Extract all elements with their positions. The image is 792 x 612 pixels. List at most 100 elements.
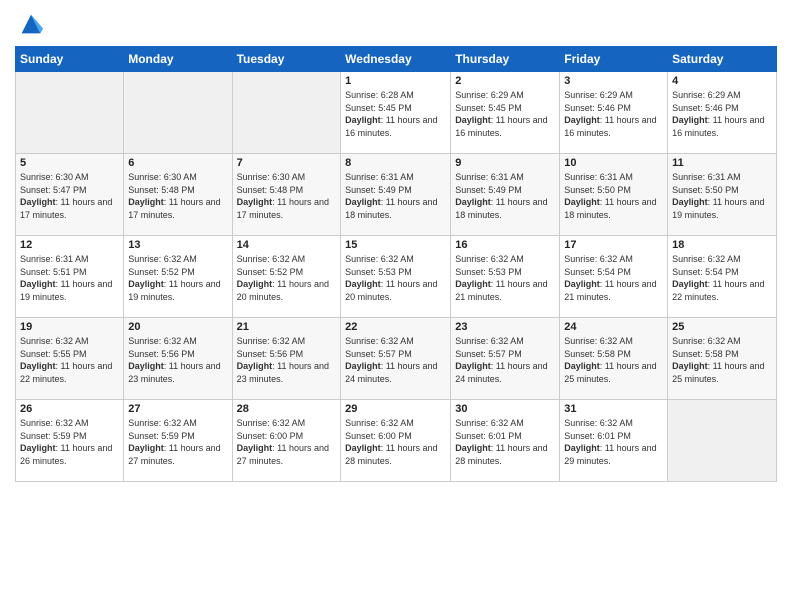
day-info: Sunrise: 6:31 AMSunset: 5:50 PMDaylight:… [672,171,772,221]
calendar-cell [232,72,341,154]
day-info: Sunrise: 6:32 AMSunset: 5:53 PMDaylight:… [455,253,555,303]
day-info: Sunrise: 6:32 AMSunset: 5:58 PMDaylight:… [564,335,663,385]
day-info: Sunrise: 6:32 AMSunset: 5:52 PMDaylight:… [237,253,337,303]
day-number: 3 [564,75,663,87]
day-number: 24 [564,321,663,333]
calendar-cell: 10Sunrise: 6:31 AMSunset: 5:50 PMDayligh… [560,154,668,236]
calendar-cell: 28 Sunrise: 6:32 AMSunset: 6:00 PMDayligh… [232,400,341,482]
day-info: Sunrise: 6:32 AMSunset: 5:56 PMDaylight:… [128,335,227,385]
day-number: 31 [564,403,663,415]
day-info: Sunrise: 6:32 AMSunset: 5:57 PMDaylight:… [345,335,446,385]
day-info: Sunrise: 6:29 AMSunset: 5:45 PMDaylight:… [455,89,555,139]
calendar-cell: 22 Sunrise: 6:32 AMSunset: 5:57 PMDayligh… [341,318,451,400]
day-info: Sunrise: 6:32 AMSunset: 5:54 PMDaylight:… [672,253,772,303]
day-number: 11 [672,157,772,169]
calendar-cell: 30 Sunrise: 6:32 AMSunset: 6:01 PMDayligh… [451,400,560,482]
day-info: Sunrise: 6:31 AMSunset: 5:49 PMDaylight:… [345,171,446,221]
day-info: Sunrise: 6:32 AMSunset: 6:00 PMDaylight:… [237,417,337,467]
day-info: Sunrise: 6:32 AMSunset: 5:58 PMDaylight:… [672,335,772,385]
day-number: 21 [237,321,337,333]
calendar-cell: 29 Sunrise: 6:32 AMSunset: 6:00 PMDayligh… [341,400,451,482]
calendar-table: SundayMondayTuesdayWednesdayThursdayFrid… [15,46,777,482]
col-header-saturday: Saturday [668,47,777,72]
calendar-cell: 9 Sunrise: 6:31 AMSunset: 5:49 PMDaylight… [451,154,560,236]
calendar-cell: 13 Sunrise: 6:32 AMSunset: 5:52 PMDayligh… [124,236,232,318]
day-number: 15 [345,239,446,251]
calendar-cell [124,72,232,154]
col-header-friday: Friday [560,47,668,72]
day-info: Sunrise: 6:32 AMSunset: 5:59 PMDaylight:… [128,417,227,467]
day-info: Sunrise: 6:30 AMSunset: 5:48 PMDaylight:… [237,171,337,221]
day-number: 1 [345,75,446,87]
day-number: 19 [20,321,119,333]
day-info: Sunrise: 6:31 AMSunset: 5:49 PMDaylight:… [455,171,555,221]
day-info: Sunrise: 6:32 AMSunset: 5:56 PMDaylight:… [237,335,337,385]
day-info: Sunrise: 6:32 AMSunset: 5:53 PMDaylight:… [345,253,446,303]
day-number: 22 [345,321,446,333]
day-number: 29 [345,403,446,415]
day-info: Sunrise: 6:32 AMSunset: 5:57 PMDaylight:… [455,335,555,385]
day-number: 6 [128,157,227,169]
page-container: SundayMondayTuesdayWednesdayThursdayFrid… [0,0,792,612]
day-number: 12 [20,239,119,251]
calendar-cell: 26 Sunrise: 6:32 AMSunset: 5:59 PMDayligh… [16,400,124,482]
calendar-cell: 1 Sunrise: 6:28 AMSunset: 5:45 PMDaylight… [341,72,451,154]
day-number: 28 [237,403,337,415]
calendar-cell: 27 Sunrise: 6:32 AMSunset: 5:59 PMDayligh… [124,400,232,482]
day-number: 30 [455,403,555,415]
calendar-cell: 17 Sunrise: 6:32 AMSunset: 5:54 PMDayligh… [560,236,668,318]
day-number: 8 [345,157,446,169]
day-info: Sunrise: 6:32 AMSunset: 5:55 PMDaylight:… [20,335,119,385]
day-info: Sunrise: 6:31 AMSunset: 5:51 PMDaylight:… [20,253,119,303]
day-info: Sunrise: 6:29 AMSunset: 5:46 PMDaylight:… [564,89,663,139]
day-info: Sunrise: 6:32 AMSunset: 6:01 PMDaylight:… [455,417,555,467]
day-number: 7 [237,157,337,169]
calendar-cell: 23 Sunrise: 6:32 AMSunset: 5:57 PMDayligh… [451,318,560,400]
calendar-cell [16,72,124,154]
col-header-sunday: Sunday [16,47,124,72]
day-number: 16 [455,239,555,251]
day-number: 25 [672,321,772,333]
day-info: Sunrise: 6:30 AMSunset: 5:47 PMDaylight:… [20,171,119,221]
day-number: 20 [128,321,227,333]
header [15,10,777,38]
calendar-cell: 18 Sunrise: 6:32 AMSunset: 5:54 PMDayligh… [668,236,777,318]
day-info: Sunrise: 6:32 AMSunset: 6:00 PMDaylight:… [345,417,446,467]
col-header-monday: Monday [124,47,232,72]
day-info: Sunrise: 6:32 AMSunset: 5:54 PMDaylight:… [564,253,663,303]
calendar-cell: 3 Sunrise: 6:29 AMSunset: 5:46 PMDaylight… [560,72,668,154]
calendar-cell: 16 Sunrise: 6:32 AMSunset: 5:53 PMDayligh… [451,236,560,318]
calendar-cell: 19 Sunrise: 6:32 AMSunset: 5:55 PMDayligh… [16,318,124,400]
col-header-thursday: Thursday [451,47,560,72]
day-info: Sunrise: 6:32 AMSunset: 6:01 PMDaylight:… [564,417,663,467]
day-number: 18 [672,239,772,251]
calendar-cell: 6 Sunrise: 6:30 AMSunset: 5:48 PMDaylight… [124,154,232,236]
day-number: 27 [128,403,227,415]
day-info: Sunrise: 6:32 AMSunset: 5:52 PMDaylight:… [128,253,227,303]
day-number: 4 [672,75,772,87]
calendar-cell: 2 Sunrise: 6:29 AMSunset: 5:45 PMDaylight… [451,72,560,154]
day-number: 23 [455,321,555,333]
calendar-cell: 8 Sunrise: 6:31 AMSunset: 5:49 PMDaylight… [341,154,451,236]
day-number: 14 [237,239,337,251]
day-number: 10 [564,157,663,169]
day-number: 13 [128,239,227,251]
day-info: Sunrise: 6:30 AMSunset: 5:48 PMDaylight:… [128,171,227,221]
day-number: 17 [564,239,663,251]
calendar-cell: 15 Sunrise: 6:32 AMSunset: 5:53 PMDayligh… [341,236,451,318]
col-header-tuesday: Tuesday [232,47,341,72]
col-header-wednesday: Wednesday [341,47,451,72]
day-info: Sunrise: 6:28 AMSunset: 5:45 PMDaylight:… [345,89,446,139]
day-info: Sunrise: 6:32 AMSunset: 5:59 PMDaylight:… [20,417,119,467]
calendar-cell: 31 Sunrise: 6:32 AMSunset: 6:01 PMDayligh… [560,400,668,482]
calendar-cell: 21 Sunrise: 6:32 AMSunset: 5:56 PMDayligh… [232,318,341,400]
calendar-cell: 12 Sunrise: 6:31 AMSunset: 5:51 PMDayligh… [16,236,124,318]
calendar-cell: 5 Sunrise: 6:30 AMSunset: 5:47 PMDaylight… [16,154,124,236]
calendar-cell: 14 Sunrise: 6:32 AMSunset: 5:52 PMDayligh… [232,236,341,318]
day-number: 26 [20,403,119,415]
calendar-cell: 25 Sunrise: 6:32 AMSunset: 5:58 PMDayligh… [668,318,777,400]
calendar-cell: 11 Sunrise: 6:31 AMSunset: 5:50 PMDayligh… [668,154,777,236]
day-number: 5 [20,157,119,169]
day-number: 2 [455,75,555,87]
day-number: 9 [455,157,555,169]
